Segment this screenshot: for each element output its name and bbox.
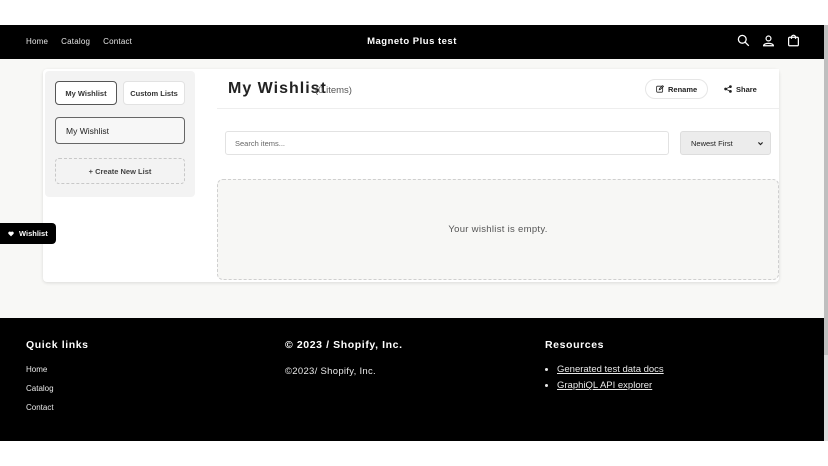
wishlist-header: My Wishlist (0 items) Rename Share [217,69,779,109]
copyright-text: ©2023/ Shopify, Inc. [285,366,376,377]
share-label: Share [736,84,757,94]
item-count: (0 items) [315,85,352,96]
footer-link-contact[interactable]: Contact [26,403,89,412]
footer-resources: Resources Generated test data docs Graph… [545,339,664,396]
sort-value: Newest First [691,138,733,148]
wishlist-panel: My Wishlist Custom Lists My Wishlist + C… [43,69,779,282]
resource-link-graphiql[interactable]: GraphiQL API explorer [557,380,652,391]
edit-icon [656,85,664,93]
account-icon[interactable] [762,34,775,47]
resources-heading: Resources [545,339,605,351]
page: Home Catalog Contact Magneto Plus test M… [0,0,828,466]
resources-list: Generated test data docs GraphiQL API ex… [557,364,664,391]
footer-link-catalog[interactable]: Catalog [26,384,89,393]
top-spacer [0,0,828,25]
share-button[interactable]: Share [714,79,767,99]
copyright-heading: © 2023 / Shopify, Inc. [285,339,403,351]
brand-title[interactable]: Magneto Plus test [0,36,824,47]
wishlist-sidebar: My Wishlist Custom Lists My Wishlist + C… [45,71,195,197]
site-footer: Quick links Home Catalog Contact © 2023 … [0,318,824,441]
chevron-down-icon [758,142,763,146]
header-icons [737,34,800,47]
page-title: My Wishlist [228,80,327,97]
tab-my-wishlist[interactable]: My Wishlist [55,81,117,105]
quick-links-list: Home Catalog Contact [26,365,89,412]
sort-select[interactable]: Newest First [680,131,771,155]
search-icon[interactable] [737,34,750,47]
tab-custom-lists[interactable]: Custom Lists [123,81,185,105]
site-header: Home Catalog Contact Magneto Plus test [0,25,824,59]
empty-state: Your wishlist is empty. [217,179,779,280]
main-area: My Wishlist Custom Lists My Wishlist + C… [0,59,824,318]
empty-message: Your wishlist is empty. [448,224,548,235]
list-item-my-wishlist[interactable]: My Wishlist [55,117,185,144]
list-item: Generated test data docs [557,364,664,375]
bottom-spacer [0,441,828,466]
scrollbar-thumb[interactable] [824,25,828,355]
create-new-list-button[interactable]: + Create New List [55,158,185,184]
page-scrollbar[interactable] [824,25,828,441]
search-input[interactable] [225,131,669,155]
rename-button[interactable]: Rename [645,79,709,99]
cart-icon[interactable] [787,34,800,47]
wishlist-floating-label: Wishlist [19,229,48,238]
footer-quick-links: Quick links Home Catalog Contact [26,339,89,412]
list-item: GraphiQL API explorer [557,380,664,391]
resource-link-docs[interactable]: Generated test data docs [557,364,664,375]
footer-copyright: © 2023 / Shopify, Inc. ©2023/ Shopify, I… [285,339,403,377]
share-icon [724,85,732,93]
wishlist-floating-button[interactable]: Wishlist [0,223,56,244]
wishlist-toolbar: Newest First [217,124,779,164]
footer-link-home[interactable]: Home [26,365,89,374]
heart-icon [8,231,14,236]
quick-links-heading: Quick links [26,339,89,351]
rename-label: Rename [668,84,698,94]
